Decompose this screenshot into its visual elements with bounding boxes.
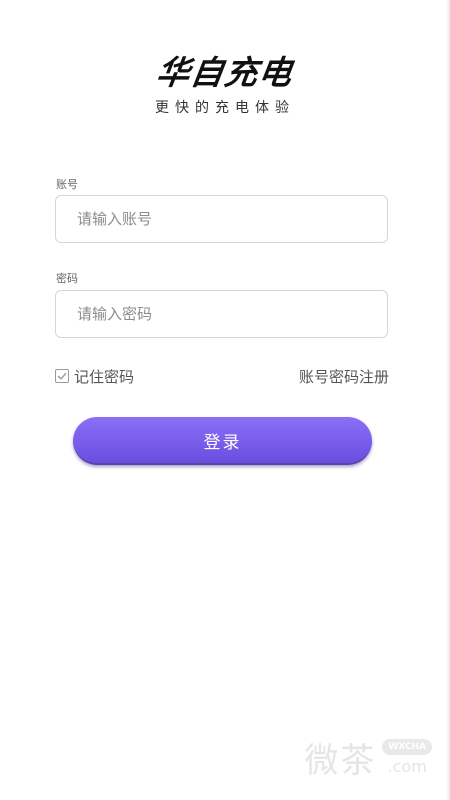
account-input[interactable] (56, 196, 387, 242)
password-label: 密码 (56, 272, 78, 285)
register-link[interactable]: 账号密码注册 (299, 366, 389, 387)
watermark-side: WXCHA .com (382, 739, 432, 776)
remember-checkbox[interactable] (55, 369, 69, 383)
password-field[interactable] (55, 290, 388, 338)
account-field[interactable] (55, 195, 388, 243)
app-title: 华自充电 (153, 53, 296, 92)
app-slogan: 更快的充电体验 (155, 100, 295, 116)
watermark-domain: .com (387, 757, 427, 776)
watermark-badge: WXCHA (382, 739, 432, 755)
login-screen: 华自充电 更快的充电体验 账号 密码 记住密码 账号密码注册 登录 微茶 WXC… (0, 0, 450, 800)
watermark-text: 微茶 (304, 741, 377, 781)
remember-password[interactable]: 记住密码 (55, 366, 134, 386)
brand-header: 华自充电 (0, 46, 450, 94)
account-label: 账号 (56, 178, 78, 191)
screen-edge-shadow (446, 0, 450, 800)
login-button[interactable]: 登录 (73, 417, 372, 465)
password-input[interactable] (56, 291, 387, 337)
remember-label: 记住密码 (74, 367, 135, 386)
watermark: 微茶 WXCHA .com (304, 733, 432, 782)
checkmark-icon (57, 372, 67, 380)
